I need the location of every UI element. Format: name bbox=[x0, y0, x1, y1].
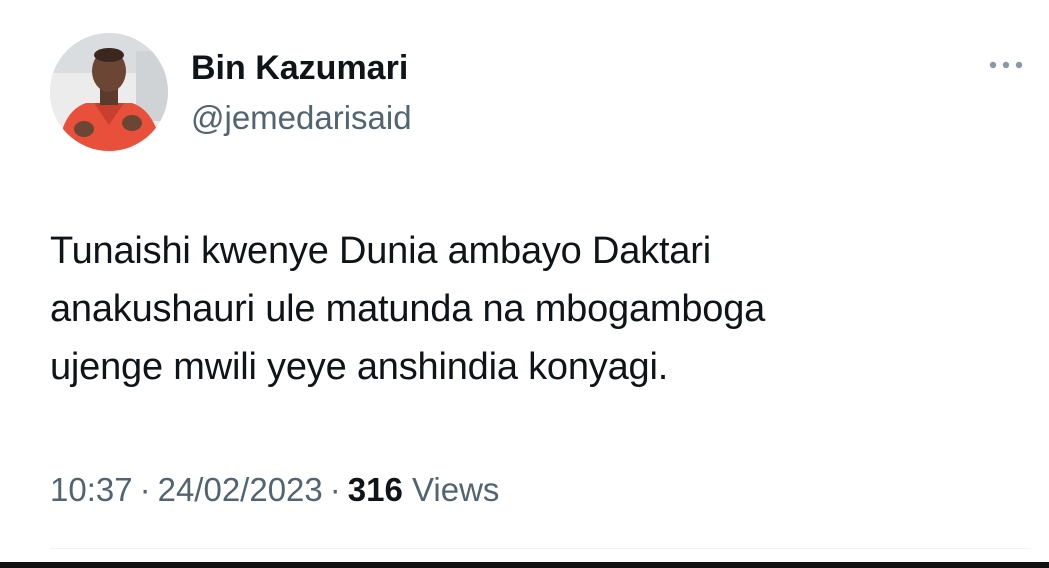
author-handle[interactable]: @jemedarisaid bbox=[191, 98, 412, 138]
tweet-text-line: Tunaishi kwenye Dunia ambayo Daktari bbox=[50, 230, 711, 272]
views-count[interactable]: 316 bbox=[348, 471, 403, 508]
tweet-text-line: ujenge mwili yeye anshindia konyagi. bbox=[50, 346, 669, 388]
tweet-text-line: anakushauri ule matunda na mbogamboga bbox=[50, 288, 766, 330]
tweet-time[interactable]: 10:37 bbox=[50, 471, 133, 508]
meta-separator: · bbox=[139, 471, 151, 508]
divider bbox=[50, 548, 1031, 549]
tweet-metadata: 10:37 · 24/02/2023 · 316 Views bbox=[50, 468, 499, 512]
author-avatar[interactable] bbox=[50, 33, 168, 151]
profile-photo bbox=[50, 33, 168, 151]
tweet-card: Bin Kazumari @jemedarisaid Tunaishi kwen… bbox=[0, 0, 1049, 568]
views-label[interactable]: Views bbox=[412, 471, 499, 508]
more-horizontal-icon bbox=[989, 61, 1023, 69]
more-options-button[interactable] bbox=[982, 50, 1030, 80]
meta-separator: · bbox=[329, 471, 341, 508]
author-display-name[interactable]: Bin Kazumari bbox=[191, 48, 408, 88]
tweet-text: Tunaishi kwenye Dunia ambayo Daktari ana… bbox=[50, 222, 1010, 396]
tweet-date[interactable]: 24/02/2023 bbox=[158, 471, 323, 508]
bottom-edge-bar bbox=[0, 562, 1049, 568]
